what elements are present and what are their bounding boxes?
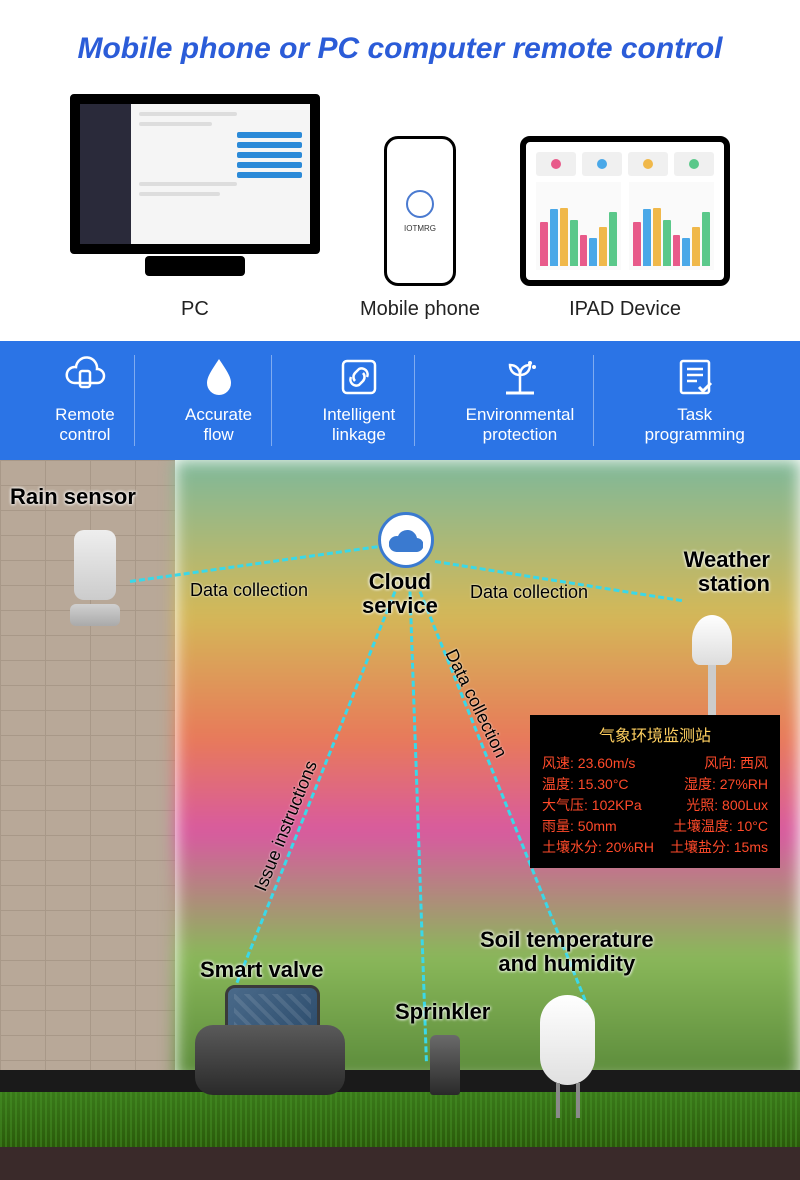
device-label-phone: Mobile phone — [360, 298, 480, 321]
weather-row: 大气压: 102KPa光照: 800Lux — [542, 795, 768, 816]
weather-station-graphic — [692, 615, 732, 715]
phone-logo-icon — [406, 190, 434, 218]
device-label-pc: PC — [181, 298, 209, 321]
weather-panel-title: 气象环境监测站 — [542, 725, 768, 749]
checklist-icon — [673, 355, 717, 399]
sprinkler-graphic — [430, 1035, 460, 1095]
soil-band — [0, 1147, 800, 1180]
device-phone: IOTMRG Mobile phone — [360, 136, 480, 321]
scene-diagram: 气象环境监测站 风速: 23.60m/s风向: 西风温度: 15.30°C湿度:… — [0, 460, 800, 1180]
weather-row: 土壤水分: 20%RH土壤盐分: 15ms — [542, 837, 768, 858]
phone-brand: IOTMRG — [404, 224, 436, 233]
device-pc: PC — [70, 94, 320, 321]
cloud-service-icon — [378, 512, 434, 568]
feature-task: Taskprogramming — [635, 355, 755, 446]
plant-icon — [498, 355, 542, 399]
device-ipad: IPAD Device — [520, 136, 730, 321]
feature-environmental: Environmentalprotection — [456, 355, 585, 446]
weather-panel: 气象环境监测站 风速: 23.60m/s风向: 西风温度: 15.30°C湿度:… — [530, 715, 780, 868]
soil-sensor-graphic — [540, 995, 595, 1105]
phone-graphic: IOTMRG — [384, 136, 456, 286]
page-title: Mobile phone or PC computer remote contr… — [0, 0, 800, 94]
pc-monitor — [70, 94, 320, 254]
label-soil-sensor: Soil temperatureand humidity — [480, 928, 654, 976]
label-smart-valve: Smart valve — [200, 958, 324, 982]
feature-remote: Remotecontrol — [45, 355, 125, 446]
weather-row: 雨量: 50mm土壤温度: 10°C — [542, 816, 768, 837]
device-label-ipad: IPAD Device — [569, 298, 681, 321]
label-sprinkler: Sprinkler — [395, 1000, 490, 1024]
feature-intelligent: Intelligentlinkage — [312, 355, 405, 446]
ipad-graphic — [520, 136, 730, 286]
pipe-band — [0, 1070, 800, 1092]
flow-data-collection-left: Data collection — [190, 580, 308, 601]
smart-valve-graphic — [195, 985, 345, 1095]
link-icon — [337, 355, 381, 399]
feature-accurate: Accurateflow — [175, 355, 262, 446]
weather-row: 温度: 15.30°C湿度: 27%RH — [542, 774, 768, 795]
devices-row: PC IOTMRG Mobile phone IPAD Device — [0, 94, 800, 341]
grass-band — [0, 1092, 800, 1147]
flow-data-collection-right: Data collection — [470, 582, 588, 603]
label-cloud-service: Cloudservice — [362, 570, 438, 618]
cloud-phone-icon — [63, 355, 107, 399]
feature-bar: Remotecontrol Accurateflow Intelligentlink… — [0, 341, 800, 460]
label-rain-sensor: Rain sensor — [10, 485, 136, 509]
label-weather-station: Weatherstation — [684, 548, 770, 596]
weather-row: 风速: 23.60m/s风向: 西风 — [542, 753, 768, 774]
droplet-icon — [197, 355, 241, 399]
rain-sensor-graphic — [70, 530, 120, 630]
